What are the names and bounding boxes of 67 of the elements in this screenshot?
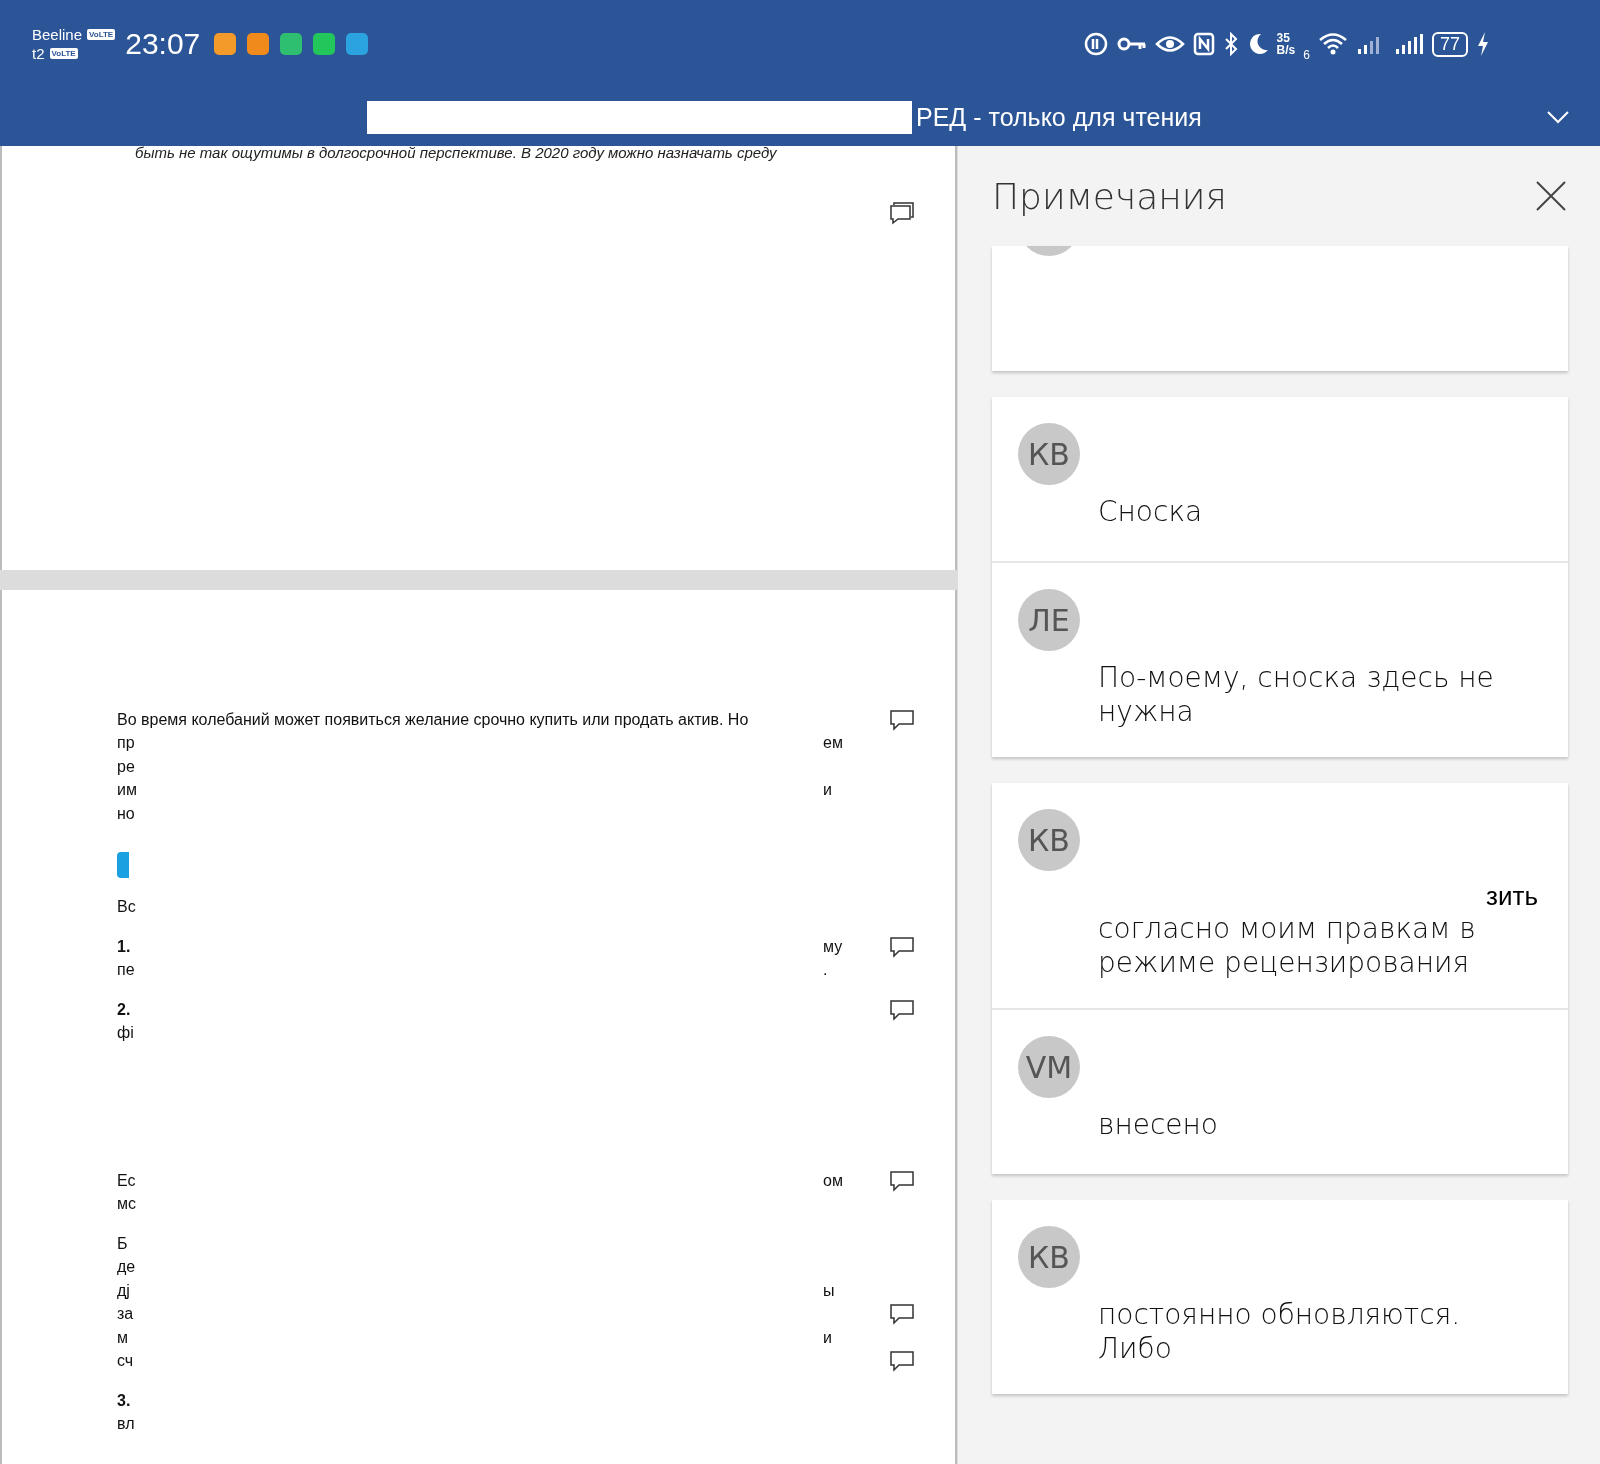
wifi-icon [1317, 32, 1348, 56]
comment-icon[interactable] [889, 707, 915, 732]
paragraph-text: Б [117, 1234, 128, 1253]
bluetooth-icon [1222, 32, 1239, 56]
paragraph-text: фі [117, 1024, 134, 1043]
paragraph-text: вл [117, 1415, 135, 1434]
paragraph-text: му [823, 937, 844, 956]
comment-icon[interactable] [889, 201, 915, 226]
avatar: КВ [1018, 423, 1080, 485]
paragraph-text: пе [117, 961, 135, 980]
avatar: КВ [1018, 1226, 1080, 1288]
charging-icon [1476, 31, 1490, 57]
paragraph-text: Во время колебаний может появиться желание срочно купить или продать актив. Но [117, 710, 749, 729]
paragraph-text: ы [823, 1281, 836, 1300]
paragraph-text: ем [823, 734, 844, 753]
comment-text: зить [1486, 881, 1538, 912]
paragraph-text: де [117, 1258, 136, 1277]
volte-badge: VoLTE [87, 29, 116, 40]
document-title: РЕД - только для чтения [916, 102, 1202, 132]
paragraph-text: пр [117, 734, 135, 753]
carrier-name: Beeline [32, 26, 83, 43]
panel-title: Примечания [992, 175, 1227, 217]
paragraph-text: мс [117, 1195, 136, 1214]
comment-text: Сноска [1098, 495, 1204, 529]
paragraph-text: за [117, 1305, 134, 1324]
paragraph-text: 2. [117, 1000, 131, 1019]
signal-icon [1393, 33, 1424, 55]
avatar: VM [1018, 1036, 1080, 1098]
paragraph-text: Ес [117, 1171, 136, 1190]
paragraph-text: но [117, 804, 135, 823]
carrier-name: t2 [32, 45, 45, 62]
comment-icon[interactable] [889, 997, 915, 1022]
paragraph-text: и [823, 781, 833, 800]
data-saver-icon [1082, 31, 1109, 57]
network-type: 6 [1303, 48, 1310, 62]
paragraph-text: м [117, 1328, 128, 1347]
avatar: ЛЕ [1018, 589, 1080, 651]
battery-level: 77 [1431, 31, 1468, 57]
comment-text: постоянно обновляются. Либо [1098, 1298, 1462, 1366]
comment-icon[interactable] [889, 1349, 915, 1374]
clock: 23:07 [125, 27, 201, 61]
paragraph-text: быть не так ощутимы в долгосрочной перспективе. В 2020 году можно назначать среду [135, 144, 777, 162]
eye-icon [1154, 34, 1185, 54]
avatar: КВ [1018, 809, 1080, 871]
comment-text: внесено [1098, 1108, 1219, 1142]
paragraph-text: дј [117, 1281, 130, 1300]
comment-text: согласно моим правкам в режиме рецензирования [1098, 912, 1477, 980]
comment-icon[interactable] [889, 934, 915, 959]
paragraph-text: ом [823, 1171, 844, 1190]
paragraph-text: сч [117, 1352, 134, 1371]
speed-unit: B/s [1276, 44, 1296, 56]
comment-icon[interactable] [889, 1168, 915, 1193]
close-icon[interactable] [1534, 179, 1568, 213]
paragraph-text: 3. [117, 1391, 131, 1410]
paragraph-text: ре [117, 757, 135, 776]
paragraph-text: им [117, 781, 137, 800]
comment-text: По-моему, сноска здесь не нужна [1098, 661, 1495, 729]
tag-marker [117, 851, 129, 878]
speed-value: 35 [1276, 32, 1291, 44]
paragraph-text: и [823, 1328, 833, 1347]
paragraph-text: Вс [117, 898, 136, 917]
volte-badge: VoLTE [49, 48, 78, 59]
nfc-icon [1192, 32, 1215, 56]
paragraph-text: . [823, 961, 829, 980]
paragraph-text: 1. [117, 937, 131, 956]
chevron-down-icon[interactable] [1546, 109, 1570, 125]
comment-icon[interactable] [889, 1302, 915, 1327]
